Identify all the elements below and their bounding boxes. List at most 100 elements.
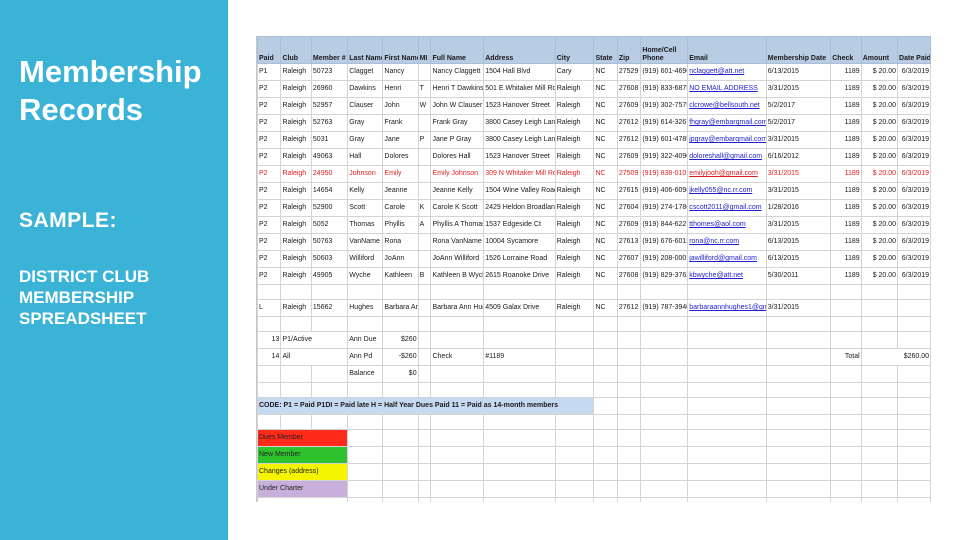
table-cell: Williford [347, 250, 384, 268]
summary-cell [860, 331, 899, 349]
table-cell: 1523 Hanover Street [483, 148, 556, 166]
empty-cell [765, 316, 832, 332]
summary-cell: $260 [382, 331, 419, 349]
empty-cell [430, 429, 485, 447]
table-cell: Rona [382, 233, 419, 251]
empty-cell [483, 382, 556, 398]
table-cell: 1189 [830, 250, 862, 268]
table-cell: Raleigh [280, 165, 312, 183]
table-cell: B [417, 267, 432, 285]
table-cell: 1189 [830, 165, 862, 183]
table-cell: 1189 [830, 199, 862, 217]
summary-cell [765, 331, 832, 349]
empty-cell [430, 463, 485, 481]
empty-cell [897, 497, 931, 502]
table-cell: 1189 [830, 233, 862, 251]
empty-cell [347, 284, 384, 300]
table-row: P2 Raleigh 5052 Thomas Phyllis A Phyllis A Tho… [257, 216, 931, 234]
table-cell: NC [593, 233, 618, 251]
table-cell: Kelly [347, 182, 384, 200]
empty-cell [765, 397, 832, 415]
membership-spreadsheet: Paid Club Member # Last Name First Name MI Ful… [256, 36, 931, 502]
column-header-top: Home/Cell [642, 47, 677, 54]
empty-cell [554, 446, 595, 464]
table-cell [417, 250, 432, 268]
table-cell: John [382, 97, 419, 115]
summary-cell: Ann Due [347, 331, 384, 349]
table-row: P2 Raleigh 26960 Dawkins Henri T Henri T Dawki… [257, 80, 931, 98]
table-cell: $ 20.00 [860, 233, 899, 251]
summary-cell [280, 365, 312, 383]
empty-cell [640, 316, 689, 332]
legend-row: Changes (address) [257, 463, 931, 481]
table-cell: Raleigh [554, 165, 595, 183]
table-cell: (919) 601-4696 [640, 63, 689, 81]
table-cell: Gray [347, 131, 384, 149]
empty-cell [640, 284, 689, 300]
empty-cell [640, 463, 689, 481]
table-cell [417, 165, 432, 183]
empty-cell [483, 446, 556, 464]
empty-cell [640, 497, 689, 502]
column-header: Email [687, 36, 767, 64]
empty-cell [687, 429, 767, 447]
table-cell: NC [593, 131, 618, 149]
table-cell: 50723 [310, 63, 349, 81]
table-cell: (919) 322-4090 [640, 148, 689, 166]
table-cell: Thomas [347, 216, 384, 234]
table-cell: 1189 [830, 63, 862, 81]
email-link: NO EMAIL ADDRESS [687, 80, 767, 98]
table-cell: Clagget [347, 63, 384, 81]
empty-cell [897, 480, 931, 498]
empty-cell [430, 284, 485, 300]
table-cell: 27615 [616, 182, 642, 200]
table-cell: 6/3/2019 [897, 80, 931, 98]
table-cell: 1504 Hall Blvd [483, 63, 556, 81]
table-cell: 3800 Casey Leigh Lane [483, 114, 556, 132]
legend-item-dues: Dues Member [257, 429, 349, 447]
table-cell: 1189 [830, 182, 862, 200]
empty-cell [347, 316, 384, 332]
email-link: kbwyche@att.net [687, 267, 767, 285]
summary-cell [417, 348, 432, 366]
summary-cell [616, 331, 642, 349]
table-cell: (919) 302-7575 [640, 97, 689, 115]
empty-cell [257, 316, 282, 332]
table-cell: Raleigh [280, 250, 312, 268]
table-cell: 49063 [310, 148, 349, 166]
sample-label: SAMPLE: [19, 209, 117, 232]
empty-cell [554, 429, 595, 447]
column-header: State [593, 36, 618, 64]
empty-cell [616, 497, 642, 502]
empty-cell [430, 414, 485, 430]
table-cell: Raleigh [554, 216, 595, 234]
table-cell: Frank Gray [430, 114, 485, 132]
table-cell: Emily [382, 165, 419, 183]
table-row: P2 Raleigh 52900 Scott Carole K Carole K Scott… [257, 199, 931, 217]
table-cell: NC [593, 114, 618, 132]
email-link: nclaggett@att.net [687, 63, 767, 81]
empty-cell [830, 429, 862, 447]
table-cell: 5/2/2017 [765, 114, 832, 132]
summary-row: 13 P1/Active Ann Due $260 [257, 331, 931, 349]
table-cell: 15662 [310, 299, 349, 317]
table-cell: Raleigh [554, 199, 595, 217]
table-cell: Raleigh [280, 199, 312, 217]
empty-cell [554, 497, 595, 502]
empty-cell [860, 446, 899, 464]
table-cell: 1189 [830, 131, 862, 149]
empty-cell [765, 463, 832, 481]
table-cell: Raleigh [554, 233, 595, 251]
table-cell: 6/16/2012 [765, 148, 832, 166]
table-cell: 2615 Roanoke Drive [483, 267, 556, 285]
empty-cell [860, 429, 899, 447]
table-cell: Cary [554, 63, 595, 81]
empty-cell [640, 414, 689, 430]
empty-cell [257, 284, 282, 300]
table-cell: $ 20.00 [860, 131, 899, 149]
empty-cell [687, 480, 767, 498]
table-cell: 1189 [830, 216, 862, 234]
table-cell [417, 63, 432, 81]
empty-cell [897, 429, 931, 447]
table-cell: P1 [257, 63, 282, 81]
